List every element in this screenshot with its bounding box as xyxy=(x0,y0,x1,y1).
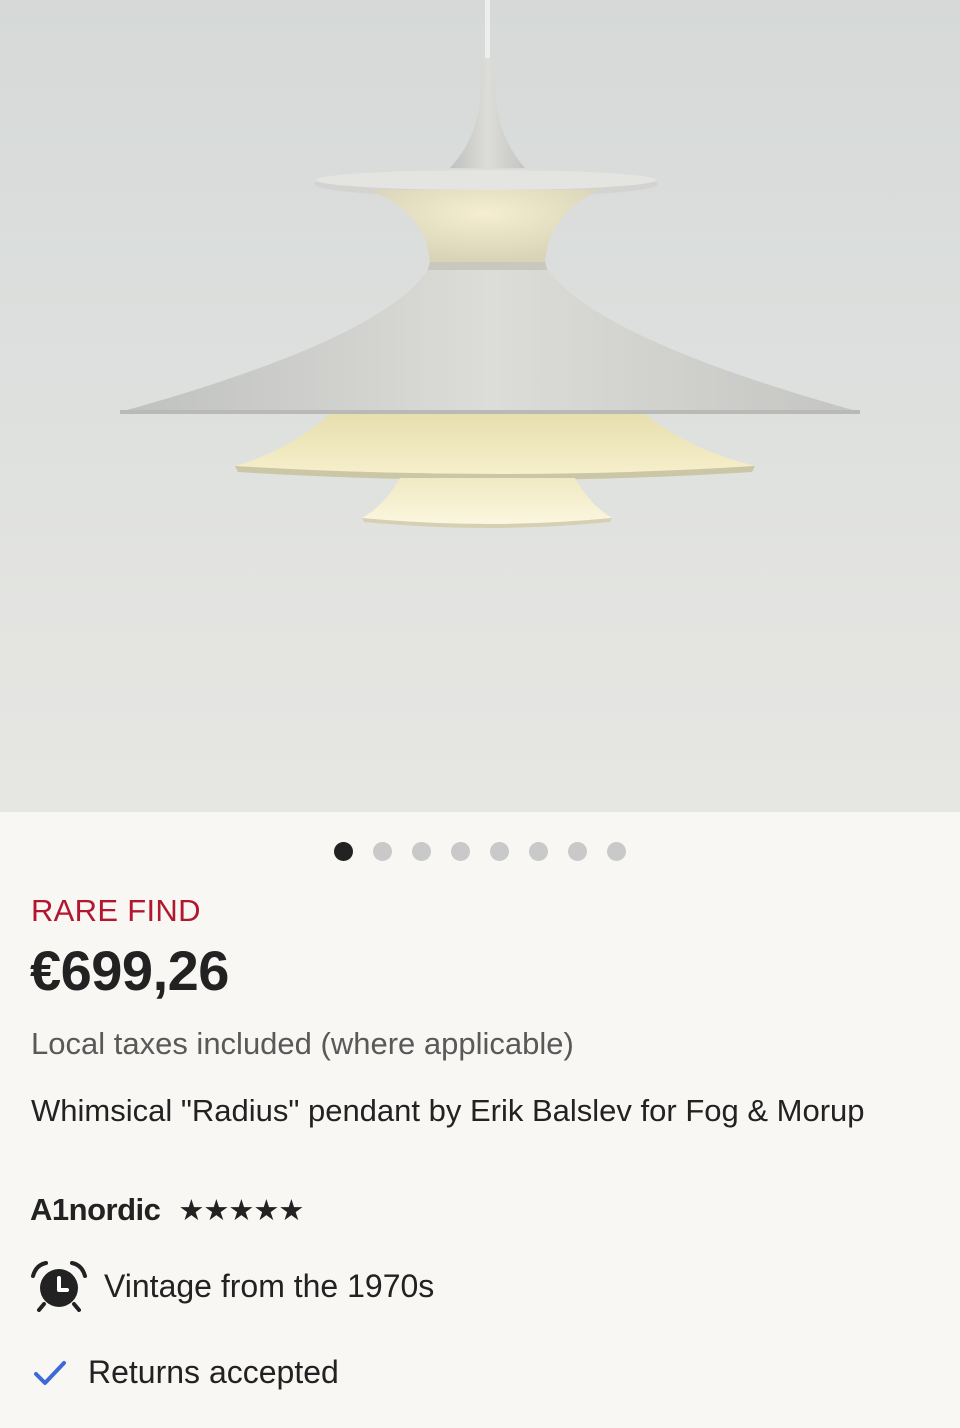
feature-vintage-label: Vintage from the 1970s xyxy=(104,1267,435,1304)
tax-note: Local taxes included (where applicable) xyxy=(31,1026,574,1061)
seller-name[interactable]: A1nordic xyxy=(30,1192,161,1228)
carousel-dot[interactable] xyxy=(451,842,470,861)
carousel-dot[interactable] xyxy=(373,842,392,861)
feature-vintage: Vintage from the 1970s xyxy=(30,1260,434,1312)
listing-title: Whimsical "Radius" pendant by Erik Balsl… xyxy=(31,1093,865,1128)
product-image[interactable] xyxy=(0,0,960,812)
feature-returns-label: Returns accepted xyxy=(88,1354,339,1390)
rating-stars: ★★★★★ xyxy=(178,1194,304,1227)
carousel-dot[interactable] xyxy=(529,842,548,861)
carousel-dot[interactable] xyxy=(568,842,587,861)
seller-row[interactable]: A1nordic ★★★★★ xyxy=(30,1192,304,1228)
price: €699,26 xyxy=(30,939,229,1002)
rare-find-badge: RARE FIND xyxy=(31,893,201,928)
checkmark-icon xyxy=(34,1360,66,1385)
carousel-dot[interactable] xyxy=(334,842,353,861)
feature-returns: Returns accepted xyxy=(30,1354,339,1391)
carousel-pagination[interactable] xyxy=(0,842,960,861)
carousel-dot[interactable] xyxy=(607,842,626,861)
carousel-dot[interactable] xyxy=(490,842,509,861)
carousel-dot[interactable] xyxy=(412,842,431,861)
alarm-clock-icon xyxy=(31,1261,87,1312)
pendant-lamp-photo xyxy=(120,0,860,528)
